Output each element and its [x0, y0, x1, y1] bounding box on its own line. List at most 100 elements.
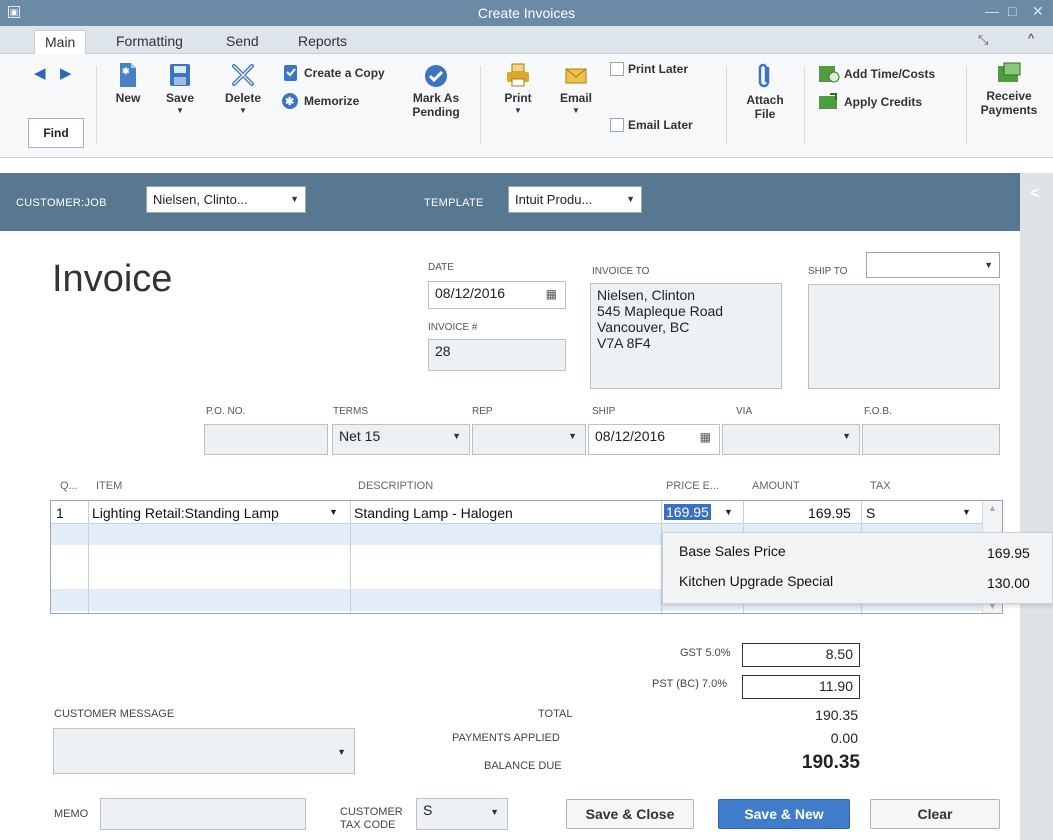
email-later-checkbox[interactable]: Email Later: [610, 118, 693, 132]
terms-dropdown[interactable]: Net 15 ▼: [332, 424, 470, 455]
calendar-icon[interactable]: ▦: [700, 430, 711, 444]
paperclip-icon: [758, 63, 770, 88]
column-header-price-each[interactable]: PRICE E...: [666, 480, 719, 492]
add-time-icon: [819, 66, 840, 83]
clear-button[interactable]: Clear: [870, 799, 1000, 829]
create-copy-button[interactable]: Create a Copy: [282, 64, 385, 82]
column-header-amount[interactable]: AMOUNT: [752, 480, 800, 492]
memorize-icon: ✱: [282, 93, 298, 109]
price-level-option-value[interactable]: 130.00: [987, 575, 1030, 591]
row1-item[interactable]: Lighting Retail:Standing Lamp: [92, 505, 279, 521]
chevron-down-icon: ▼: [452, 431, 461, 441]
price-level-option-name[interactable]: Base Sales Price: [679, 543, 786, 559]
memo-field[interactable]: [100, 798, 306, 830]
payments-applied-amount: 0.00: [830, 730, 858, 746]
print-later-check[interactable]: [610, 62, 624, 76]
balance-due-label: BALANCE DUE: [484, 760, 562, 772]
via-dropdown[interactable]: ▼: [722, 424, 860, 455]
invoice-number-field[interactable]: 28: [428, 339, 566, 371]
price-level-dropdown-icon[interactable]: ▼: [724, 507, 733, 517]
chevron-down-icon: ▼: [984, 260, 993, 270]
customer-message-label: CUSTOMER MESSAGE: [54, 708, 175, 720]
email-later-check[interactable]: [610, 118, 624, 132]
mark-as-pending-button[interactable]: Mark As Pending: [404, 64, 468, 119]
save-button[interactable]: Save ▼: [160, 62, 200, 115]
chevron-down-icon[interactable]: ▼: [962, 507, 971, 517]
invoice-to-label: INVOICE TO: [592, 266, 650, 277]
terms-label: TERMS: [333, 406, 368, 417]
price-level-option-value[interactable]: 169.95: [987, 545, 1030, 561]
maximize-icon[interactable]: □: [1008, 3, 1016, 19]
apply-credits-icon: [819, 93, 837, 109]
email-button[interactable]: Email ▼: [556, 62, 596, 115]
chevron-down-icon[interactable]: ▼: [329, 507, 338, 517]
column-header-quantity[interactable]: Q...: [60, 480, 78, 492]
collapse-ribbon-icon[interactable]: ^: [1028, 31, 1034, 46]
price-level-popup: Base Sales Price 169.95 Kitchen Upgrade …: [662, 532, 1053, 604]
customer-job-dropdown[interactable]: Nielsen, Clinto... ▼: [146, 186, 306, 213]
customer-job-label: CUSTOMER:JOB: [16, 197, 107, 209]
ship-to-dropdown[interactable]: ▼: [866, 252, 1000, 278]
chevron-left-icon[interactable]: <: [1030, 185, 1039, 203]
prev-arrow-icon[interactable]: ◀: [34, 64, 46, 82]
customer-tax-code-dropdown[interactable]: S ▼: [416, 798, 508, 830]
scroll-up-icon[interactable]: ▲: [988, 503, 997, 513]
chevron-down-icon: ▼: [842, 431, 851, 441]
close-icon[interactable]: ✕: [1032, 3, 1044, 20]
customer-message-dropdown[interactable]: ▼: [53, 728, 355, 774]
rep-dropdown[interactable]: ▼: [472, 424, 586, 455]
po-number-field[interactable]: [204, 424, 328, 455]
chevron-down-icon: ▼: [626, 194, 635, 204]
column-header-item[interactable]: ITEM: [96, 480, 122, 492]
save-and-close-button[interactable]: Save & Close: [566, 799, 694, 829]
invoice-number-label: INVOICE #: [428, 322, 478, 333]
row1-price-each[interactable]: 169.95: [664, 504, 711, 520]
column-header-description[interactable]: DESCRIPTION: [358, 480, 433, 492]
attach-file-button[interactable]: Attach File: [740, 62, 790, 121]
ribbon-tabs: Main Formatting Send Reports ⤡ ^: [0, 26, 1053, 55]
tab-formatting[interactable]: Formatting: [106, 32, 193, 54]
minimize-icon[interactable]: —: [985, 3, 999, 19]
rep-label: REP: [472, 406, 493, 417]
price-level-option-name[interactable]: Kitchen Upgrade Special: [679, 573, 833, 589]
column-header-tax[interactable]: TAX: [870, 480, 891, 492]
date-field[interactable]: 08/12/2016 ▦: [428, 281, 566, 309]
row1-quantity[interactable]: 1: [56, 505, 64, 521]
print-button[interactable]: Print ▼: [498, 62, 538, 115]
delete-x-icon: [232, 64, 254, 86]
next-arrow-icon[interactable]: ▶: [60, 64, 72, 82]
save-icon: [170, 64, 190, 86]
template-dropdown[interactable]: Intuit Produ... ▼: [508, 186, 642, 213]
row1-tax[interactable]: S: [866, 505, 875, 521]
row1-description[interactable]: Standing Lamp - Halogen: [354, 505, 513, 521]
new-button[interactable]: ✱ New: [108, 62, 148, 105]
expand-icon[interactable]: ⤡: [978, 32, 988, 48]
ship-to-label: SHIP TO: [808, 266, 848, 277]
fob-field[interactable]: [862, 424, 1000, 455]
add-time-costs-button[interactable]: Add Time/Costs: [818, 64, 935, 84]
pst-amount: 11.90: [742, 675, 860, 699]
print-later-checkbox[interactable]: Print Later: [610, 62, 688, 76]
receive-payments-button[interactable]: Receive Payments: [978, 62, 1040, 117]
row1-amount[interactable]: 169.95: [808, 505, 851, 521]
fob-label: F.O.B.: [864, 406, 892, 417]
ship-date-label: SHIP: [592, 406, 616, 417]
calendar-icon[interactable]: ▦: [546, 287, 557, 301]
save-and-new-button[interactable]: Save & New: [718, 799, 850, 829]
envelope-icon: [565, 68, 587, 84]
invoice-to-address[interactable]: Nielsen, Clinton 545 Mapleque Road Vanco…: [590, 283, 782, 389]
customer-tax-code-label: CUSTOMER TAX CODE: [340, 806, 403, 831]
chevron-down-icon: ▼: [290, 194, 299, 204]
apply-credits-button[interactable]: Apply Credits: [818, 92, 922, 112]
tab-send[interactable]: Send: [216, 32, 269, 54]
tab-reports[interactable]: Reports: [288, 32, 357, 54]
tab-main[interactable]: Main: [34, 30, 87, 55]
ship-date-field[interactable]: 08/12/2016 ▦: [588, 424, 720, 455]
delete-button[interactable]: Delete ▼: [220, 62, 266, 115]
window-title-bar: ▣ Create Invoices — □ ✕: [0, 0, 1053, 26]
memorize-button[interactable]: ✱ Memorize: [280, 92, 359, 110]
find-button[interactable]: Find: [28, 118, 84, 148]
payments-applied-label: PAYMENTS APPLIED: [452, 732, 560, 744]
ship-to-address[interactable]: [808, 284, 1000, 389]
history-panel-rail[interactable]: <: [1020, 173, 1053, 840]
